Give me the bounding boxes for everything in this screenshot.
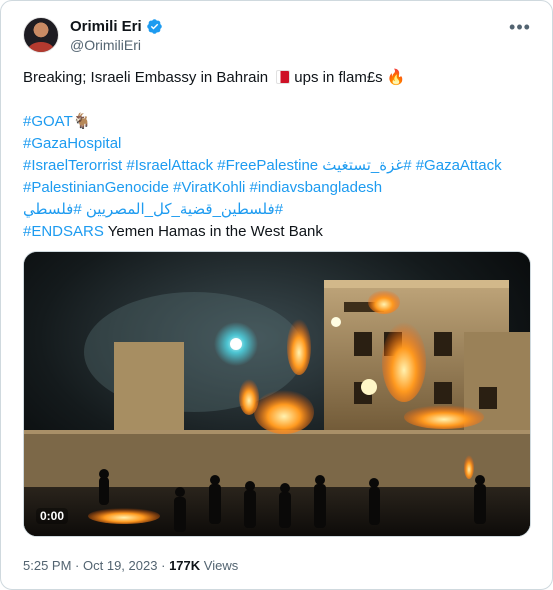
hashtag-line: #ENDSARS Yemen Hamas in the West Bank: [23, 221, 538, 243]
bahrain-flag-icon: [276, 70, 291, 84]
hashtag-line: #GOAT🐐: [23, 111, 538, 133]
hashtag-link[interactable]: #IsraelTerorrist #IsraelAttack #FreePale…: [23, 157, 318, 174]
more-horizontal-icon: •••: [509, 17, 531, 37]
goat-icon: 🐐: [72, 113, 92, 130]
hashtag-link[interactable]: #GazaAttack: [416, 157, 502, 174]
author-name-row: Orimili Eri: [70, 17, 163, 35]
tweet-text-segment: ups in flam£s: [294, 69, 383, 86]
views-count: 177K: [169, 558, 201, 573]
tweet-card: Orimili Eri @OrimiliEri ••• Breaking; Is…: [0, 0, 553, 590]
video-player[interactable]: 0:00: [23, 251, 531, 537]
tweet-text-segment: Yemen Hamas in the West Bank: [107, 223, 323, 240]
tweet-text: Breaking; Israeli Embassy in Bahrain ups…: [23, 67, 538, 243]
meta-separator: ·: [75, 558, 80, 573]
meta-separator: ·: [161, 558, 166, 573]
author-handle[interactable]: @OrimiliEri: [70, 37, 141, 53]
author-name[interactable]: Orimili Eri: [70, 18, 142, 35]
hashtag-link[interactable]: #غزة_تستغيث: [322, 155, 411, 177]
tweet-time[interactable]: 5:25 PM: [23, 558, 71, 573]
hashtag-link[interactable]: #ENDSARS: [23, 223, 104, 240]
more-options-button[interactable]: •••: [508, 15, 532, 39]
hashtag-line: #فلسطين_قضية_كل_المصريين #فلسطي: [23, 199, 538, 221]
tweet-text-segment: Breaking; Israeli Embassy in Bahrain: [23, 69, 269, 86]
verified-badge-icon: [146, 18, 162, 34]
hashtag-line: #IsraelTerorrist #IsraelAttack #FreePale…: [23, 155, 538, 177]
hashtag-link[interactable]: #GOAT: [23, 113, 73, 130]
video-duration: 0:00: [36, 508, 69, 524]
hashtag-link[interactable]: #PalestinianGenocide #ViratKohli #indiav…: [23, 179, 382, 196]
author-avatar[interactable]: [23, 17, 59, 53]
fire-icon: 🔥: [386, 69, 406, 86]
hashtag-link[interactable]: #GazaHospital: [23, 135, 121, 152]
views-label: Views: [203, 558, 239, 573]
tweet-date[interactable]: Oct 19, 2023: [83, 558, 157, 573]
tweet-text-line-1: Breaking; Israeli Embassy in Bahrain ups…: [23, 67, 538, 89]
tweet-meta: 5:25 PM · Oct 19, 2023 · 177K Views: [23, 558, 238, 573]
video-thumbnail: [24, 252, 530, 536]
hashtag-link[interactable]: #فلسطين_قضية_كل_المصريين #فلسطي: [23, 199, 283, 221]
tweet-header: Orimili Eri @OrimiliEri •••: [23, 17, 536, 57]
hashtag-line: #GazaHospital: [23, 133, 538, 155]
hashtag-line: #PalestinianGenocide #ViratKohli #indiav…: [23, 177, 538, 199]
